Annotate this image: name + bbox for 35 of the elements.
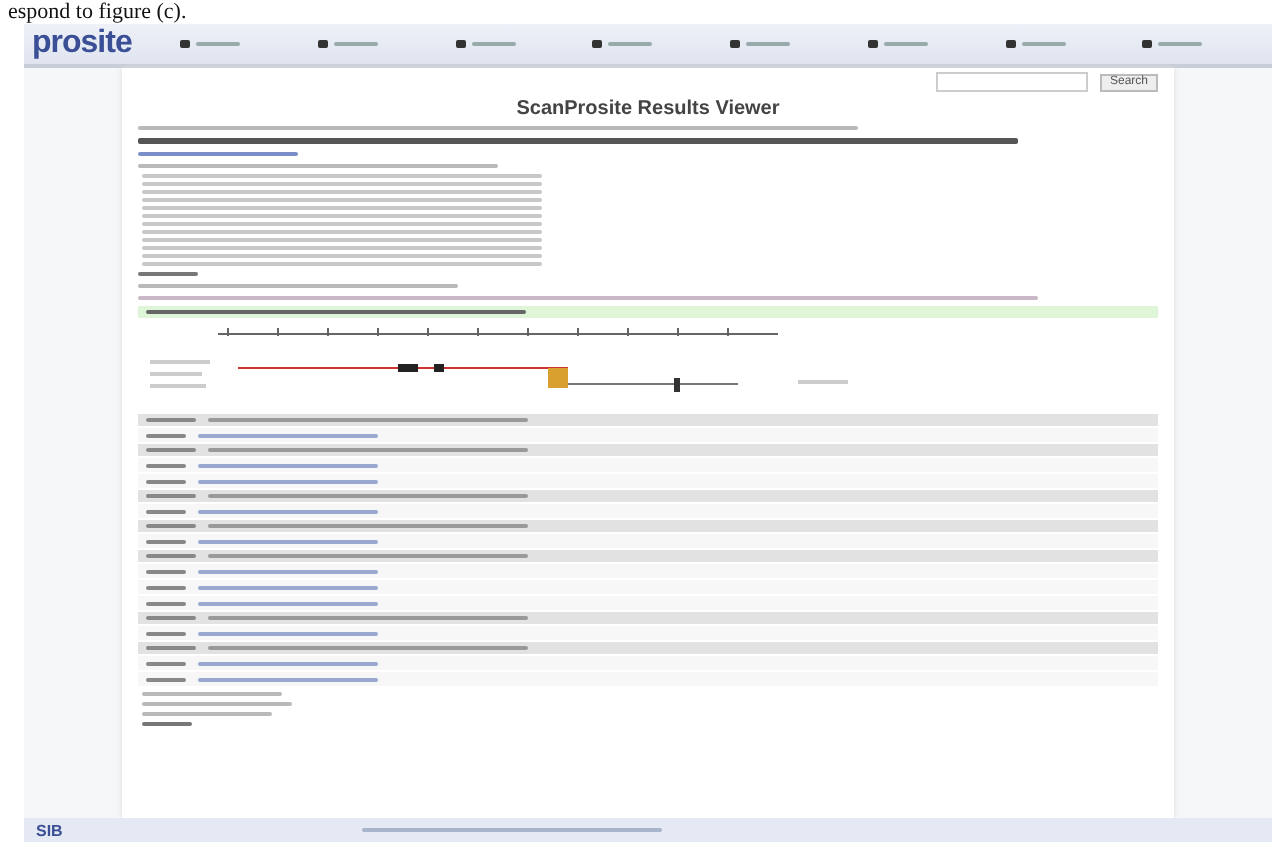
blurred-text-line	[138, 272, 198, 276]
blurred-text-line	[146, 463, 186, 467]
menu-icon[interactable]	[730, 40, 740, 48]
blurred-text-line	[146, 601, 186, 605]
blurred-text-line	[146, 646, 196, 650]
menu-icon[interactable]	[1005, 40, 1015, 48]
sib-logo[interactable]: SIB	[36, 821, 63, 839]
prosite-logo[interactable]: prosite	[32, 26, 172, 62]
blurred-text-line	[146, 631, 186, 635]
blurred-text-line	[142, 722, 192, 726]
menu-icon[interactable]	[1142, 40, 1153, 48]
blurred-text-line	[146, 418, 196, 422]
blurred-text-line	[146, 569, 186, 573]
blurred-text-line	[146, 677, 186, 681]
blurred-text-line	[142, 692, 282, 696]
blurred-text-line	[146, 616, 196, 620]
blurred-text-line	[146, 585, 186, 589]
menu-icon[interactable]	[317, 40, 328, 48]
blurred-text-line	[146, 448, 196, 452]
blurred-text-line	[146, 524, 196, 528]
blurred-text-line	[146, 539, 186, 543]
blurred-text-line	[146, 661, 186, 665]
menu-icon[interactable]	[867, 40, 878, 48]
blurred-text-line	[146, 494, 196, 498]
caption-text: espond to figure (c).	[8, 0, 187, 24]
page-title: ScanProsite Results Viewer	[514, 98, 782, 120]
menu-icon[interactable]	[455, 40, 465, 48]
menu-icon[interactable]	[180, 40, 190, 48]
blurred-text-line	[146, 509, 186, 513]
search-field[interactable]	[935, 72, 1088, 92]
menu-icon[interactable]	[592, 40, 603, 48]
blurred-text-line	[146, 554, 196, 558]
blurred-text-line	[146, 433, 186, 437]
blurred-text-line	[142, 712, 272, 716]
blurred-text-line	[146, 479, 186, 483]
